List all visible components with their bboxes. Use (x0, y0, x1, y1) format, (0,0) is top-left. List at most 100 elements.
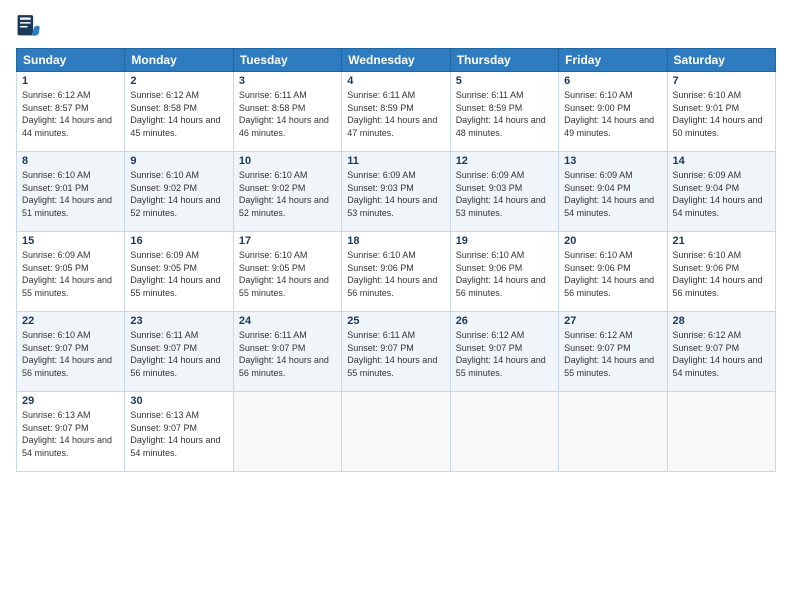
day-info: Sunrise: 6:09 AMSunset: 9:05 PMDaylight:… (22, 249, 119, 299)
day-info: Sunrise: 6:11 AMSunset: 8:59 PMDaylight:… (456, 89, 553, 139)
day-info: Sunrise: 6:12 AMSunset: 9:07 PMDaylight:… (673, 329, 770, 379)
day-info: Sunrise: 6:13 AMSunset: 9:07 PMDaylight:… (22, 409, 119, 459)
week-row-5: 29 Sunrise: 6:13 AMSunset: 9:07 PMDayligh… (17, 392, 776, 472)
day-number: 15 (22, 235, 119, 247)
day-number: 23 (130, 315, 227, 327)
day-cell (667, 392, 775, 472)
day-cell: 4 Sunrise: 6:11 AMSunset: 8:59 PMDaylight… (342, 72, 450, 152)
day-number: 10 (239, 155, 336, 167)
day-info: Sunrise: 6:09 AMSunset: 9:03 PMDaylight:… (347, 169, 444, 219)
day-info: Sunrise: 6:10 AMSunset: 9:02 PMDaylight:… (239, 169, 336, 219)
day-info: Sunrise: 6:11 AMSunset: 8:59 PMDaylight:… (347, 89, 444, 139)
day-number: 5 (456, 75, 553, 87)
day-number: 3 (239, 75, 336, 87)
day-number: 14 (673, 155, 770, 167)
day-info: Sunrise: 6:10 AMSunset: 9:06 PMDaylight:… (347, 249, 444, 299)
day-number: 18 (347, 235, 444, 247)
day-info: Sunrise: 6:12 AMSunset: 9:07 PMDaylight:… (564, 329, 661, 379)
weekday-friday: Friday (559, 49, 667, 72)
day-cell: 14 Sunrise: 6:09 AMSunset: 9:04 PMDayligh… (667, 152, 775, 232)
day-info: Sunrise: 6:10 AMSunset: 9:02 PMDaylight:… (130, 169, 227, 219)
day-number: 12 (456, 155, 553, 167)
calendar-body: 1 Sunrise: 6:12 AMSunset: 8:57 PMDaylight… (17, 72, 776, 472)
day-number: 19 (456, 235, 553, 247)
day-info: Sunrise: 6:10 AMSunset: 9:01 PMDaylight:… (22, 169, 119, 219)
day-info: Sunrise: 6:10 AMSunset: 9:01 PMDaylight:… (673, 89, 770, 139)
day-cell: 23Sunrise: 6:11 AMSunset: 9:07 PMDayligh… (125, 312, 233, 392)
day-cell (342, 392, 450, 472)
day-info: Sunrise: 6:10 AMSunset: 9:06 PMDaylight:… (456, 249, 553, 299)
day-cell: 13 Sunrise: 6:09 AMSunset: 9:04 PMDayligh… (559, 152, 667, 232)
logo-icon (16, 12, 44, 40)
weekday-header-row: SundayMondayTuesdayWednesdayThursdayFrid… (17, 49, 776, 72)
day-cell: 9 Sunrise: 6:10 AMSunset: 9:02 PMDaylight… (125, 152, 233, 232)
day-info: Sunrise: 6:12 AMSunset: 9:07 PMDaylight:… (456, 329, 553, 379)
day-cell: 5 Sunrise: 6:11 AMSunset: 8:59 PMDaylight… (450, 72, 558, 152)
day-cell: 18 Sunrise: 6:10 AMSunset: 9:06 PMDayligh… (342, 232, 450, 312)
day-number: 30 (130, 395, 227, 407)
day-cell: 1 Sunrise: 6:12 AMSunset: 8:57 PMDaylight… (17, 72, 125, 152)
weekday-wednesday: Wednesday (342, 49, 450, 72)
day-cell: 24 Sunrise: 6:11 AMSunset: 9:07 PMDayligh… (233, 312, 341, 392)
day-cell: 2 Sunrise: 6:12 AMSunset: 8:58 PMDaylight… (125, 72, 233, 152)
day-info: Sunrise: 6:09 AMSunset: 9:04 PMDaylight:… (673, 169, 770, 219)
day-info: Sunrise: 6:10 AMSunset: 9:06 PMDaylight:… (673, 249, 770, 299)
day-number: 25 (347, 315, 444, 327)
day-cell: 16Sunrise: 6:09 AMSunset: 9:05 PMDayligh… (125, 232, 233, 312)
weekday-monday: Monday (125, 49, 233, 72)
day-info: Sunrise: 6:10 AMSunset: 9:05 PMDaylight:… (239, 249, 336, 299)
day-cell: 19 Sunrise: 6:10 AMSunset: 9:06 PMDayligh… (450, 232, 558, 312)
weekday-saturday: Saturday (667, 49, 775, 72)
week-row-3: 15 Sunrise: 6:09 AMSunset: 9:05 PMDayligh… (17, 232, 776, 312)
day-number: 8 (22, 155, 119, 167)
day-cell: 12 Sunrise: 6:09 AMSunset: 9:03 PMDayligh… (450, 152, 558, 232)
day-number: 7 (673, 75, 770, 87)
day-info: Sunrise: 6:10 AMSunset: 9:07 PMDaylight:… (22, 329, 119, 379)
weekday-sunday: Sunday (17, 49, 125, 72)
day-info: Sunrise: 6:11 AMSunset: 8:58 PMDaylight:… (239, 89, 336, 139)
day-cell (450, 392, 558, 472)
day-cell: 11 Sunrise: 6:09 AMSunset: 9:03 PMDayligh… (342, 152, 450, 232)
day-cell: 6 Sunrise: 6:10 AMSunset: 9:00 PMDaylight… (559, 72, 667, 152)
day-cell: 10 Sunrise: 6:10 AMSunset: 9:02 PMDayligh… (233, 152, 341, 232)
day-info: Sunrise: 6:11 AMSunset: 9:07 PMDaylight:… (239, 329, 336, 379)
day-info: Sunrise: 6:12 AMSunset: 8:58 PMDaylight:… (130, 89, 227, 139)
day-number: 28 (673, 315, 770, 327)
day-number: 20 (564, 235, 661, 247)
day-number: 13 (564, 155, 661, 167)
day-number: 4 (347, 75, 444, 87)
week-row-4: 22Sunrise: 6:10 AMSunset: 9:07 PMDayligh… (17, 312, 776, 392)
day-number: 1 (22, 75, 119, 87)
day-cell: 3 Sunrise: 6:11 AMSunset: 8:58 PMDaylight… (233, 72, 341, 152)
day-number: 27 (564, 315, 661, 327)
day-info: Sunrise: 6:11 AMSunset: 9:07 PMDaylight:… (347, 329, 444, 379)
day-info: Sunrise: 6:09 AMSunset: 9:03 PMDaylight:… (456, 169, 553, 219)
day-cell: 25 Sunrise: 6:11 AMSunset: 9:07 PMDayligh… (342, 312, 450, 392)
day-number: 11 (347, 155, 444, 167)
day-number: 29 (22, 395, 119, 407)
day-info: Sunrise: 6:12 AMSunset: 8:57 PMDaylight:… (22, 89, 119, 139)
day-info: Sunrise: 6:10 AMSunset: 9:00 PMDaylight:… (564, 89, 661, 139)
week-row-1: 1 Sunrise: 6:12 AMSunset: 8:57 PMDaylight… (17, 72, 776, 152)
day-number: 9 (130, 155, 227, 167)
day-cell (233, 392, 341, 472)
day-cell: 15 Sunrise: 6:09 AMSunset: 9:05 PMDayligh… (17, 232, 125, 312)
week-row-2: 8 Sunrise: 6:10 AMSunset: 9:01 PMDaylight… (17, 152, 776, 232)
day-cell: 27 Sunrise: 6:12 AMSunset: 9:07 PMDayligh… (559, 312, 667, 392)
day-cell: 28 Sunrise: 6:12 AMSunset: 9:07 PMDayligh… (667, 312, 775, 392)
weekday-thursday: Thursday (450, 49, 558, 72)
page: SundayMondayTuesdayWednesdayThursdayFrid… (0, 0, 792, 612)
logo (16, 12, 48, 40)
day-cell: 7 Sunrise: 6:10 AMSunset: 9:01 PMDaylight… (667, 72, 775, 152)
day-cell: 29 Sunrise: 6:13 AMSunset: 9:07 PMDayligh… (17, 392, 125, 472)
day-info: Sunrise: 6:09 AMSunset: 9:04 PMDaylight:… (564, 169, 661, 219)
day-cell: 20Sunrise: 6:10 AMSunset: 9:06 PMDayligh… (559, 232, 667, 312)
day-number: 26 (456, 315, 553, 327)
day-number: 6 (564, 75, 661, 87)
day-cell: 26 Sunrise: 6:12 AMSunset: 9:07 PMDayligh… (450, 312, 558, 392)
day-number: 24 (239, 315, 336, 327)
day-number: 2 (130, 75, 227, 87)
day-cell: 22Sunrise: 6:10 AMSunset: 9:07 PMDayligh… (17, 312, 125, 392)
day-info: Sunrise: 6:09 AMSunset: 9:05 PMDaylight:… (130, 249, 227, 299)
day-info: Sunrise: 6:13 AMSunset: 9:07 PMDaylight:… (130, 409, 227, 459)
